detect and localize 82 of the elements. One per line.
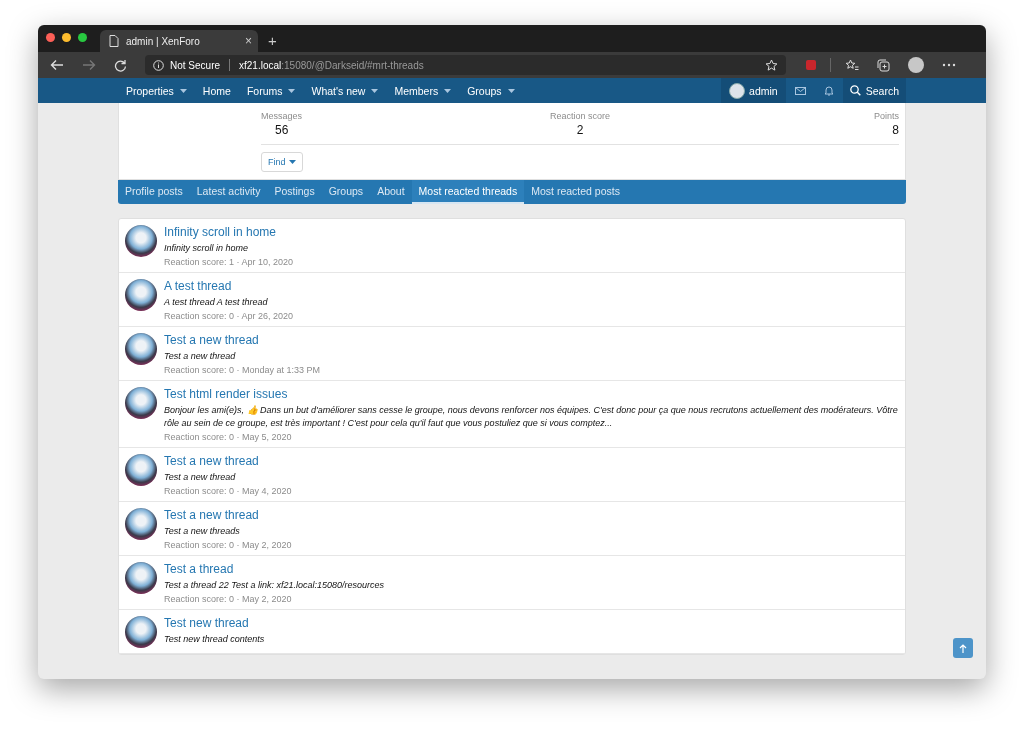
thread-meta: Reaction score: 0 · Apr 26, 2020 xyxy=(164,311,294,322)
profile-tab[interactable]: Profile posts xyxy=(118,180,190,204)
thread-title-link[interactable]: Test new thread xyxy=(164,616,249,632)
avatar[interactable] xyxy=(125,279,157,312)
nav-link[interactable]: Properties xyxy=(118,78,195,103)
stat-value: 56 xyxy=(275,123,289,137)
thread-title-link[interactable]: Test html render issues xyxy=(164,387,288,403)
thread-title-link[interactable]: Infinity scroll in home xyxy=(164,225,277,240)
thread-snippet: Test a new thread xyxy=(164,471,236,485)
nav-link[interactable]: Members xyxy=(386,78,460,103)
stat-value: 8 xyxy=(892,123,899,137)
user-menu[interactable]: admin xyxy=(721,78,786,103)
thread-meta: Reaction score: 0 · May 2, 2020 xyxy=(164,594,292,605)
thread-title-link[interactable]: Test a thread xyxy=(164,562,234,578)
star-icon[interactable] xyxy=(765,58,778,72)
thread-title-link[interactable]: A test thread xyxy=(164,279,232,295)
url-text: xf21.local:15080/@Darkseid/#mrt-threads xyxy=(239,59,425,71)
thread-meta: Reaction score: 0 · May 4, 2020 xyxy=(164,486,292,497)
thread-meta: Reaction score: 1 · Apr 10, 2020 xyxy=(164,257,294,268)
address-field[interactable]: Not Secure xf21.local:15080/@Darkseid/#mrt-threads xyxy=(145,55,786,75)
thread-snippet: Bonjour les ami(e)s, 👍 Dans un but d'améliorer sans cesse le groupe, nous devons renforcer nos équipes. C'est donc pour ça que nous recrutons actuellement des modérateurs. Vôtre rôle au sein de ce groupe, est très important ! C'est pour cela qu'il faut que vous postuliez que si vous comptez... xyxy=(164,404,899,431)
avatar[interactable] xyxy=(125,508,157,541)
info-icon xyxy=(153,59,164,71)
nav-link[interactable]: Forums xyxy=(238,78,304,103)
page-icon xyxy=(109,35,119,47)
envelope-icon[interactable] xyxy=(794,86,806,95)
thread-title-link[interactable]: Test a new thread xyxy=(164,333,259,349)
thread-title-link[interactable]: Test a new thread xyxy=(164,508,259,524)
zoom-window-icon[interactable] xyxy=(78,33,87,42)
nav-link[interactable]: What's new xyxy=(303,78,387,103)
profile-tab[interactable]: Postings xyxy=(267,180,322,204)
new-tab-button[interactable]: + xyxy=(268,32,277,49)
tab-close-button[interactable]: × xyxy=(245,34,252,48)
profile-tab[interactable]: Most reacted threads xyxy=(411,180,525,204)
stat-value: 2 xyxy=(576,123,584,137)
reload-icon[interactable] xyxy=(114,58,127,72)
avatar[interactable] xyxy=(125,454,157,487)
thread-snippet: Test a thread 22 Test a link: xf21.local:15080/resources xyxy=(164,579,384,593)
back-icon[interactable] xyxy=(50,59,64,71)
security-label: Not Secure xyxy=(170,59,221,71)
thread-snippet: Test a new threads xyxy=(164,525,240,539)
caret-icon xyxy=(288,160,296,164)
up-arrow-icon xyxy=(959,643,967,653)
avatar[interactable] xyxy=(125,225,157,257)
thread-meta: Reaction score: 0 · Monday at 1:33 PM xyxy=(164,365,321,376)
nav-link[interactable]: Groups xyxy=(459,78,523,103)
find-button[interactable]: Find xyxy=(261,152,303,172)
caret-icon[interactable] xyxy=(179,88,187,93)
avatar[interactable] xyxy=(125,562,157,595)
profile-tab[interactable]: Groups xyxy=(321,180,371,204)
avatar[interactable] xyxy=(125,333,157,366)
caret-icon[interactable] xyxy=(288,88,296,93)
close-window-icon[interactable] xyxy=(46,33,55,42)
thread-snippet: A test thread A test thread xyxy=(164,296,268,310)
thread-snippet: Test a new thread xyxy=(164,350,236,364)
favorites-icon[interactable] xyxy=(845,58,859,72)
thread-snippet: Test new thread contents xyxy=(164,633,265,647)
bell-icon[interactable] xyxy=(823,85,834,96)
caret-icon[interactable] xyxy=(444,88,452,93)
caret-icon[interactable] xyxy=(371,88,379,93)
profile-tab[interactable]: Latest activity xyxy=(189,180,268,204)
avatar[interactable] xyxy=(125,616,157,649)
minimize-window-icon[interactable] xyxy=(62,33,71,42)
collections-icon[interactable] xyxy=(877,58,890,72)
profile-tab[interactable]: About xyxy=(370,180,412,204)
avatar[interactable] xyxy=(125,387,157,420)
search-button[interactable]: Search xyxy=(842,78,906,103)
thread-meta: Reaction score: 0 · May 5, 2020 xyxy=(164,432,292,443)
browser-tab[interactable]: admin | XenForo × xyxy=(100,30,258,52)
search-icon xyxy=(849,85,861,96)
stat-label: Messages xyxy=(261,111,303,121)
caret-icon[interactable] xyxy=(507,88,515,93)
scroll-to-top-button[interactable] xyxy=(953,638,973,658)
profile-avatar[interactable] xyxy=(908,57,924,73)
stat-label: Reaction score xyxy=(550,111,610,121)
nav-link[interactable]: Home xyxy=(194,78,239,103)
thread-meta: Reaction score: 0 · May 2, 2020 xyxy=(164,540,292,551)
profile-tab[interactable]: Most reacted posts xyxy=(524,180,627,204)
more-icon[interactable] xyxy=(942,63,956,67)
thread-title-link[interactable]: Test a new thread xyxy=(164,454,259,470)
stat-label: Points xyxy=(874,111,899,121)
thread-snippet: Infinity scroll in home xyxy=(164,242,249,255)
